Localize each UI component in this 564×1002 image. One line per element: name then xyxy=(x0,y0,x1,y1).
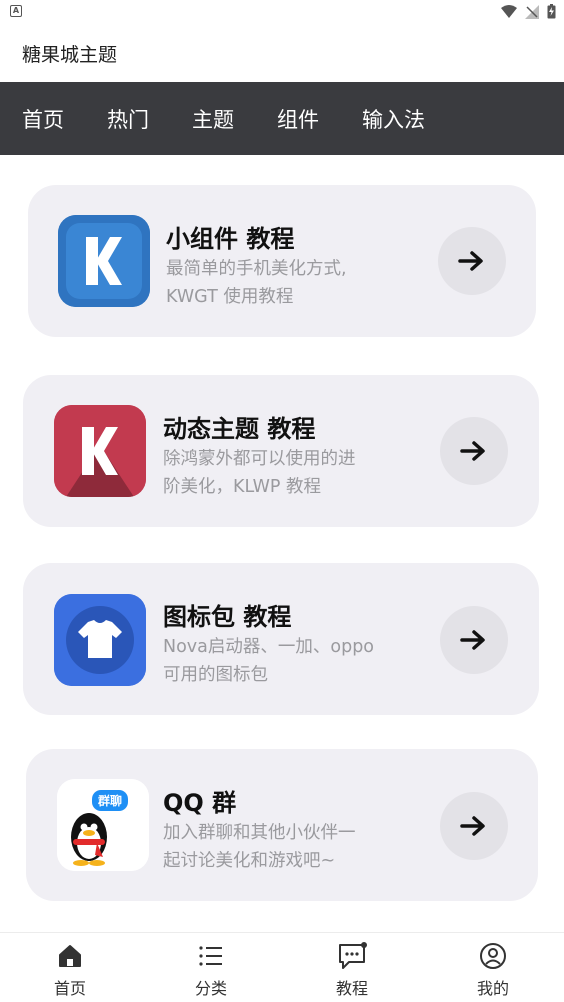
card-title: QQ 群 xyxy=(163,789,237,817)
card-title: 动态主题 教程 xyxy=(163,415,316,443)
bottom-navigation: 首页 分类 教程 我的 xyxy=(0,932,564,1002)
top-tab-bar: 首页 热门 主题 组件 输入法 xyxy=(0,82,564,155)
card-description-line: 最简单的手机美化方式, xyxy=(166,259,347,279)
profile-icon xyxy=(480,943,506,969)
app-header: 糖果城主题 xyxy=(0,24,564,82)
card-description-line: 加入群聊和其他小伙伴一 xyxy=(163,823,356,843)
arrow-right-icon xyxy=(460,630,485,650)
status-bar: A xyxy=(0,0,564,24)
tab-home[interactable]: 首页 xyxy=(22,104,64,134)
card-description-line: 可用的图标包 xyxy=(163,665,268,685)
icon-pack-icon xyxy=(54,594,146,686)
tutorial-card-widgets[interactable]: 小组件 教程 最简单的手机美化方式, KWGT 使用教程 xyxy=(28,185,536,337)
home-icon xyxy=(59,945,81,967)
tab-hot[interactable]: 热门 xyxy=(107,104,149,134)
nav-label: 分类 xyxy=(194,979,227,998)
tab-input-method[interactable]: 输入法 xyxy=(362,104,425,134)
klwp-icon xyxy=(54,405,146,497)
nav-category[interactable]: 分类 xyxy=(171,941,251,999)
tutorial-card-icon-pack[interactable]: 图标包 教程 Nova启动器、一加、oppo 可用的图标包 xyxy=(23,563,539,715)
notification-icon: A xyxy=(10,5,22,17)
card-description-line: 起讨论美化和游戏吧~ xyxy=(163,851,336,871)
open-tutorial-button[interactable] xyxy=(440,417,508,485)
signal-icon xyxy=(525,4,539,19)
battery-icon xyxy=(547,4,556,19)
tutorial-card-live-theme[interactable]: 动态主题 教程 除鸿蒙外都可以使用的进 阶美化，KLWP 教程 xyxy=(23,375,539,527)
arrow-right-icon xyxy=(458,251,483,271)
card-description: 最简单的手机美化方式, KWGT 使用教程 xyxy=(166,255,396,311)
status-icons xyxy=(501,4,556,19)
nav-label: 首页 xyxy=(53,979,86,998)
group-chat-badge: 群聊 xyxy=(92,790,129,811)
card-description: Nova启动器、一加、oppo 可用的图标包 xyxy=(163,633,413,689)
open-tutorial-button[interactable] xyxy=(440,606,508,674)
card-description-line: 除鸿蒙外都可以使用的进 xyxy=(163,449,356,469)
wifi-icon xyxy=(501,5,517,18)
arrow-right-icon xyxy=(460,816,485,836)
arrow-right-icon xyxy=(460,441,485,461)
kwgt-icon xyxy=(58,215,150,307)
list-icon xyxy=(199,946,222,966)
tab-widgets[interactable]: 组件 xyxy=(277,104,319,134)
tab-themes[interactable]: 主题 xyxy=(192,104,234,134)
card-title: 图标包 教程 xyxy=(163,603,292,631)
nav-home[interactable]: 首页 xyxy=(30,941,110,999)
join-group-button[interactable] xyxy=(440,792,508,860)
chat-icon xyxy=(339,942,367,969)
tutorial-card-qq-group[interactable]: 群聊 QQ 群 加入群聊和其他小伙伴一 起讨论美化和游戏吧~ xyxy=(26,749,538,901)
app-title: 糖果城主题 xyxy=(22,44,118,66)
nav-tutorial[interactable]: 教程 xyxy=(312,941,392,999)
card-description-line: 阶美化，KLWP 教程 xyxy=(163,477,322,497)
nav-profile[interactable]: 我的 xyxy=(453,941,533,999)
card-description-line: KWGT 使用教程 xyxy=(166,287,294,307)
card-description: 加入群聊和其他小伙伴一 起讨论美化和游戏吧~ xyxy=(163,819,393,875)
nav-label: 教程 xyxy=(335,979,368,998)
open-tutorial-button[interactable] xyxy=(438,227,506,295)
nav-label: 我的 xyxy=(476,979,509,998)
card-description-line: Nova启动器、一加、oppo xyxy=(163,637,375,657)
card-title: 小组件 教程 xyxy=(166,225,295,253)
card-description: 除鸿蒙外都可以使用的进 阶美化，KLWP 教程 xyxy=(163,445,393,501)
